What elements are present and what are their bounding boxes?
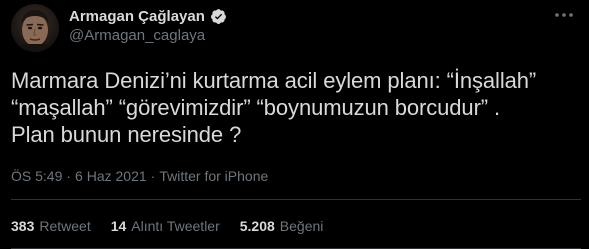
more-horizontal-icon[interactable] (553, 8, 575, 22)
meta-separator: · (66, 168, 72, 184)
author-name-row: Armagan Çağlayan (69, 6, 227, 26)
tweet-date[interactable]: 6 Haz 2021 (75, 168, 147, 184)
retweet-label: Retweet (39, 218, 91, 234)
tweet-meta: ÖS 5:49 · 6 Haz 2021 · Twitter for iPhon… (11, 168, 268, 184)
avatar-image (11, 4, 59, 52)
verified-badge-icon (210, 8, 227, 25)
tweet-source[interactable]: Twitter for iPhone (159, 168, 268, 184)
meta-separator: · (150, 168, 156, 184)
author-display-name[interactable]: Armagan Çağlayan (69, 8, 205, 25)
retweet-count: 383 (11, 218, 35, 234)
quote-tweet-stat[interactable]: 14 Alıntı Tweetler (111, 218, 220, 234)
quote-tweet-label: Alıntı Tweetler (131, 218, 220, 234)
retweet-stat[interactable]: 383 Retweet (11, 218, 91, 234)
like-stat[interactable]: 5.208 Beğeni (240, 218, 324, 234)
quote-tweet-count: 14 (110, 218, 127, 234)
tweet-card: Armagan Çağlayan @Armagan_caglaya Marmar… (0, 0, 589, 249)
avatar[interactable] (11, 4, 59, 52)
tweet-time[interactable]: ÖS 5:49 (11, 168, 62, 184)
tweet-stats: 383 Retweet 14 Alıntı Tweetler 5.208 Beğ… (11, 218, 343, 234)
like-count: 5.208 (239, 218, 275, 234)
like-label: Beğeni (279, 218, 324, 234)
author-handle[interactable]: @Armagan_caglaya (69, 27, 205, 44)
divider (11, 199, 581, 200)
tweet-text: Marmara Denizi’ni kurtarma acil eylem pl… (11, 68, 537, 147)
